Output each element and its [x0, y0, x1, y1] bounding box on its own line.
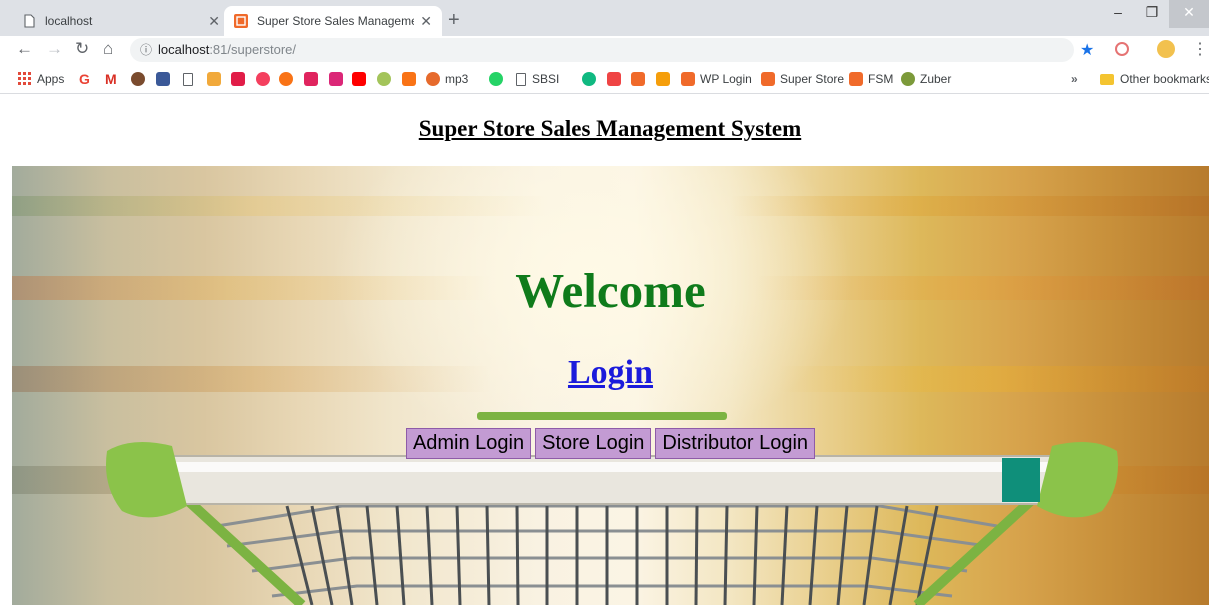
- mp3-icon: [426, 72, 440, 86]
- tab-strip: localhost ✕ Super Store Sales Management…: [0, 0, 1209, 36]
- apps-grid-icon: [18, 72, 31, 85]
- login-buttons: Admin Login Store Login Distributor Logi…: [12, 428, 1209, 459]
- close-tab-icon[interactable]: ✕: [420, 13, 432, 30]
- youtube-icon: [352, 72, 366, 86]
- restore-icon[interactable]: ❐: [1135, 0, 1169, 28]
- bookmarks-overflow-icon[interactable]: »: [1071, 72, 1078, 86]
- back-icon[interactable]: ←: [16, 39, 33, 59]
- bookmark-icon-9[interactable]: [582, 72, 596, 86]
- bookmark-site-icon: [377, 72, 391, 86]
- bookmark-icon-8[interactable]: [402, 72, 416, 86]
- google-icon[interactable]: G: [79, 71, 90, 87]
- superstore-icon: [234, 14, 248, 28]
- bookmark-site-icon: [656, 72, 670, 86]
- store-login-button[interactable]: Store Login: [535, 428, 652, 459]
- bookmark-other[interactable]: Other bookmarks: [1100, 72, 1209, 86]
- superstore-icon: [681, 72, 695, 86]
- bookmark-site-icon: [607, 72, 621, 86]
- whatsapp-icon: [489, 72, 503, 86]
- bookmark-site-icon: [256, 72, 270, 86]
- bookmarks-bar: Apps G M mp3 SBSI WP Login Super Store F…: [0, 64, 1209, 94]
- page-title: Super Store Sales Management System: [418, 116, 802, 141]
- page-icon: [22, 14, 36, 28]
- bookmark-site-icon: [131, 72, 145, 86]
- bookmark-site-icon: [231, 72, 245, 86]
- tab-super-store[interactable]: Super Store Sales Management S ✕: [224, 6, 442, 36]
- tab-title: localhost: [45, 14, 93, 28]
- bookmark-page[interactable]: [183, 72, 199, 86]
- bookmark-label: Other bookmarks: [1120, 72, 1209, 86]
- window-close-icon[interactable]: ✕: [1169, 0, 1209, 28]
- new-tab-icon[interactable]: +: [448, 9, 460, 32]
- info-icon[interactable]: ⓘ: [140, 38, 152, 62]
- bookmark-label: Zuber: [920, 72, 952, 86]
- bookmark-label: Apps: [37, 72, 65, 86]
- youtube-icon[interactable]: [352, 72, 366, 86]
- minimize-icon[interactable]: –: [1101, 0, 1135, 28]
- bookmark-icon-2[interactable]: [231, 72, 245, 86]
- admin-login-button[interactable]: Admin Login: [405, 428, 532, 459]
- welcome-heading: Welcome: [515, 263, 706, 318]
- gmail-icon[interactable]: M: [105, 71, 117, 87]
- superstore-icon: [631, 72, 645, 86]
- bookmark-site-icon: [402, 72, 416, 86]
- close-tab-icon[interactable]: ✕: [208, 13, 220, 30]
- bookmark-icon-12[interactable]: [656, 72, 670, 86]
- url-path: :81/superstore/: [209, 42, 297, 57]
- login-link[interactable]: Login: [12, 354, 1209, 392]
- bookmark-icon-7[interactable]: [377, 72, 391, 86]
- bookmark-label: SBSI: [532, 72, 560, 86]
- profile-avatar[interactable]: [1157, 40, 1175, 58]
- page-icon: [516, 72, 526, 86]
- reload-icon[interactable]: ↻: [75, 39, 89, 59]
- bookmark-zuber[interactable]: Zuber: [901, 72, 951, 86]
- bookmark-site-icon: [304, 72, 318, 86]
- hero-banner: Welcome Login Admin Login Store Login Di…: [12, 166, 1209, 605]
- zuber-icon: [901, 72, 915, 86]
- bookmark-super-store[interactable]: Super Store: [761, 72, 844, 86]
- bookmark-mp3[interactable]: mp3: [426, 72, 468, 86]
- bookmark-label: mp3: [445, 72, 469, 86]
- facebook-icon[interactable]: [156, 72, 170, 86]
- menu-icon[interactable]: ⋮: [1192, 39, 1208, 59]
- forward-icon[interactable]: →: [46, 39, 63, 59]
- bookmark-label: Super Store: [780, 72, 845, 86]
- home-icon[interactable]: ⌂: [103, 39, 113, 59]
- bookmark-wp-login[interactable]: WP Login: [681, 72, 752, 86]
- tab-title: Super Store Sales Management S: [257, 14, 414, 28]
- amazon-icon[interactable]: [207, 72, 221, 86]
- bookmark-icon-4[interactable]: [279, 72, 293, 86]
- browser-toolbar: ← → ↻ ⌂ ⓘ localhost:81/superstore/ ★ ⋮: [0, 36, 1209, 64]
- extension-icon[interactable]: [1115, 42, 1129, 56]
- bookmark-icon-10[interactable]: [607, 72, 621, 86]
- bookmark-fsm[interactable]: FSM: [849, 72, 893, 86]
- url-text: localhost:81/superstore/: [158, 38, 296, 62]
- bookmark-icon-6[interactable]: [329, 72, 343, 86]
- amazon-icon: [207, 72, 221, 86]
- page-icon: [183, 72, 193, 86]
- window-controls: – ❐ ✕: [1101, 0, 1209, 28]
- bookmark-icon-1[interactable]: [131, 72, 145, 86]
- bookmark-star-icon[interactable]: ★: [1080, 40, 1094, 60]
- folder-icon: [1100, 73, 1114, 85]
- url-host: localhost: [158, 42, 210, 57]
- tab-localhost[interactable]: localhost ✕: [12, 6, 230, 36]
- bookmark-site-icon: [279, 72, 293, 86]
- bookmark-label: WP Login: [700, 72, 752, 86]
- bookmark-icon-11[interactable]: [631, 72, 645, 86]
- whatsapp-icon[interactable]: [489, 72, 503, 86]
- superstore-icon: [761, 72, 775, 86]
- address-bar[interactable]: ⓘ localhost:81/superstore/: [130, 38, 1074, 62]
- bookmark-apps[interactable]: Apps: [18, 72, 64, 86]
- superstore-icon: [849, 72, 863, 86]
- bookmark-label: FSM: [868, 72, 894, 86]
- bookmark-site-icon: [582, 72, 596, 86]
- bookmark-sbsi[interactable]: SBSI: [516, 72, 559, 86]
- bookmark-icon-3[interactable]: [256, 72, 270, 86]
- distributor-login-button[interactable]: Distributor Login: [655, 428, 816, 459]
- bookmark-site-icon: [329, 72, 343, 86]
- facebook-icon: [156, 72, 170, 86]
- bookmark-icon-5[interactable]: [304, 72, 318, 86]
